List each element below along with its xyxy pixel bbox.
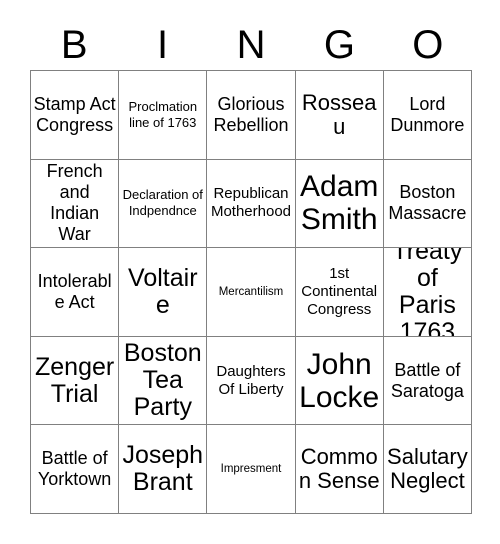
bingo-cell-label: Mercantilism (218, 285, 284, 298)
bingo-cell-r4c2[interactable]: Boston Tea Party (119, 336, 208, 426)
bingo-cell-r3c2[interactable]: Voltaire (119, 248, 208, 337)
bingo-cell-r4c5[interactable]: Battle of Saratoga (383, 336, 472, 426)
bingo-card: B I N G O Stamp Act Congress Proclmation… (0, 0, 500, 544)
bingo-cell-r2c4[interactable]: Adam Smith (295, 159, 384, 249)
bingo-cell-r5c5[interactable]: Salutary Neglect (383, 425, 472, 514)
bingo-cell-label: Stamp Act Congress (33, 93, 116, 135)
bingo-cell-r5c3[interactable]: Impresment (207, 425, 296, 514)
bingo-cell-r1c2[interactable]: Proclmation line of 1763 (119, 71, 208, 160)
bingo-cell-label: Intolerable Act (37, 270, 112, 312)
bingo-cell-r2c1[interactable]: French and Indian War (31, 159, 120, 249)
bingo-header-row: B I N G O (30, 20, 472, 70)
bingo-cell-label: Voltaire (128, 263, 198, 319)
bingo-cell-label: Daughters Of Liberty (216, 362, 286, 398)
bingo-cell-label: French and Indian War (46, 161, 103, 245)
bingo-cell-label: Battle of Yorktown (37, 448, 112, 490)
bingo-cell-r1c1[interactable]: Stamp Act Congress (31, 71, 120, 160)
bingo-cell-r4c4[interactable]: John Locke (295, 336, 384, 426)
bingo-cell-label: Joseph Brant (122, 441, 204, 497)
bingo-cell-label: Boston Massacre (388, 182, 467, 224)
bingo-cell-label: Adam Smith (300, 170, 379, 237)
bingo-header-letter-n: N (236, 23, 266, 67)
bingo-cell-r1c5[interactable]: Lord Dunmore (383, 71, 472, 160)
bingo-cell-r3c5[interactable]: Treaty of Paris 1763 (383, 248, 472, 337)
bingo-header-letter-o: O (412, 23, 444, 67)
bingo-grid: Stamp Act Congress Proclmation line of 1… (30, 70, 472, 514)
bingo-cell-r5c4[interactable]: Common Sense (295, 425, 384, 514)
bingo-cell-label: Battle of Saratoga (390, 359, 464, 401)
bingo-cell-label: Common Sense (298, 444, 380, 494)
bingo-cell-r5c1[interactable]: Battle of Yorktown (31, 425, 120, 514)
bingo-cell-label: Republican Motherhood (210, 185, 292, 221)
bingo-cell-r4c1[interactable]: Zenger Trial (31, 336, 120, 426)
bingo-cell-r1c4[interactable]: Rosseau (295, 71, 384, 160)
bingo-cell-label: 1st Continental Congress (301, 264, 378, 318)
bingo-cell-r2c3[interactable]: Republican Motherhood (207, 159, 296, 249)
bingo-cell-label: Rosseau (301, 89, 377, 139)
bingo-cell-label: Lord Dunmore (390, 93, 465, 135)
bingo-cell-r5c2[interactable]: Joseph Brant (119, 425, 208, 514)
bingo-cell-r2c2[interactable]: Declaration of Indpendnce (119, 159, 208, 249)
bingo-cell-label: Impresment (220, 463, 282, 476)
bingo-cell-label: Proclmation line of 1763 (128, 98, 198, 130)
bingo-cell-r3c1[interactable]: Intolerable Act (31, 248, 120, 337)
bingo-header-letter-g: G (323, 23, 355, 67)
bingo-cell-r3c4[interactable]: 1st Continental Congress (295, 248, 384, 337)
bingo-cell-label: Salutary Neglect (387, 444, 468, 494)
bingo-cell-label: Glorious Rebellion (213, 93, 289, 135)
bingo-cell-label: Zenger Trial (34, 352, 115, 408)
bingo-cell-label: John Locke (299, 347, 380, 414)
bingo-header-letter-i: I (157, 23, 169, 67)
bingo-cell-r1c3[interactable]: Glorious Rebellion (207, 71, 296, 160)
bingo-cell-r4c3[interactable]: Daughters Of Liberty (207, 336, 296, 426)
bingo-cell-r2c5[interactable]: Boston Massacre (383, 159, 472, 249)
bingo-header-letter-b: B (60, 23, 88, 67)
bingo-cell-r3c3[interactable]: Mercantilism (207, 248, 296, 337)
bingo-cell-label: Treaty of Paris 1763 (392, 248, 463, 337)
bingo-cell-label: Declaration of Indpendnce (122, 187, 203, 219)
bingo-cell-label: Boston Tea Party (123, 339, 202, 422)
